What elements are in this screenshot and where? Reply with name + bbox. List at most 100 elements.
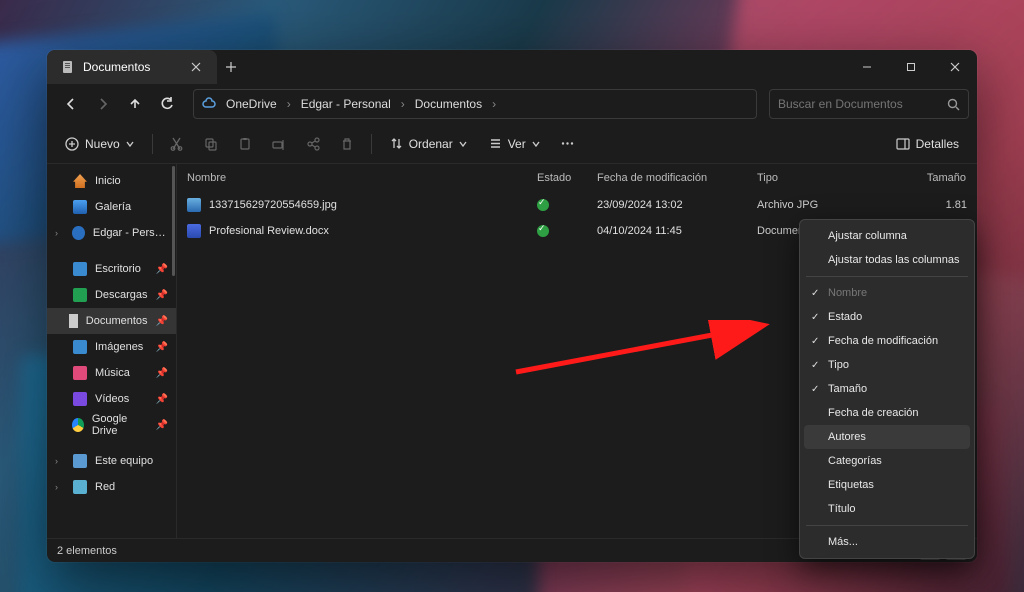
column-headers: Nombre Estado Fecha de modificación Tipo… — [177, 164, 977, 192]
new-button[interactable]: Nuevo — [57, 129, 142, 159]
status-count: 2 elementos — [57, 545, 117, 557]
cut-button[interactable] — [163, 129, 191, 159]
pin-icon: 📌 — [156, 290, 168, 301]
pin-icon: 📌 — [156, 316, 168, 327]
expand-icon[interactable]: › — [55, 482, 65, 492]
delete-button[interactable] — [333, 129, 361, 159]
status-synced-icon — [537, 199, 549, 211]
menu-col-name: Nombre — [804, 281, 970, 305]
breadcrumb[interactable]: OneDrive › Edgar - Personal › Documentos… — [193, 89, 757, 119]
forward-button[interactable] — [89, 90, 117, 118]
sidebar-item-images[interactable]: Imágenes📌 — [47, 334, 176, 360]
sidebar-item-downloads[interactable]: Descargas📌 — [47, 282, 176, 308]
videos-icon — [73, 392, 87, 406]
sidebar-item-network[interactable]: ›Red — [47, 474, 176, 500]
close-window-button[interactable] — [933, 50, 977, 84]
sidebar-item-desktop[interactable]: Escritorio📌 — [47, 256, 176, 282]
sidebar-item-this-pc[interactable]: ›Este equipo — [47, 448, 176, 474]
details-pane-button[interactable]: Detalles — [888, 129, 967, 159]
sidebar-item-documents[interactable]: Documentos📌 — [47, 308, 176, 334]
column-header-state[interactable]: Estado — [527, 164, 587, 192]
minimize-button[interactable] — [845, 50, 889, 84]
search-box[interactable] — [769, 89, 969, 119]
expand-icon[interactable]: › — [55, 228, 64, 238]
menu-more[interactable]: Más... — [804, 530, 970, 554]
menu-col-date-modified[interactable]: Fecha de modificación — [804, 329, 970, 353]
music-icon — [73, 366, 87, 380]
paste-button[interactable] — [231, 129, 259, 159]
sidebar-item-home[interactable]: Inicio — [47, 168, 176, 194]
sidebar-item-videos[interactable]: Vídeos📌 — [47, 386, 176, 412]
sort-icon — [390, 137, 403, 150]
pin-icon: 📌 — [156, 420, 168, 431]
view-icon — [489, 137, 502, 150]
cloud-icon — [202, 97, 216, 111]
tab-close-button[interactable] — [189, 60, 203, 74]
copy-button[interactable] — [197, 129, 225, 159]
maximize-button[interactable] — [889, 50, 933, 84]
file-row[interactable]: 13371562972055­4659.jpg 23/09/2024 13:02… — [177, 192, 977, 218]
sidebar-item-music[interactable]: Música📌 — [47, 360, 176, 386]
breadcrumb-documentos[interactable]: Documentos — [411, 95, 486, 113]
pc-icon — [73, 454, 87, 468]
sidebar-item-gallery[interactable]: Galería — [47, 194, 176, 220]
menu-col-title[interactable]: Título — [804, 497, 970, 521]
share-button[interactable] — [299, 129, 327, 159]
menu-col-type[interactable]: Tipo — [804, 353, 970, 377]
back-button[interactable] — [57, 90, 85, 118]
docx-file-icon — [187, 224, 201, 238]
chevron-right-icon: › — [401, 97, 405, 111]
chevron-down-icon — [532, 140, 540, 148]
menu-col-categories[interactable]: Categorías — [804, 449, 970, 473]
pin-icon: 📌 — [156, 342, 168, 353]
breadcrumb-onedrive[interactable]: OneDrive — [222, 95, 281, 113]
desktop-icon — [73, 262, 87, 276]
document-icon — [61, 60, 75, 74]
column-header-name[interactable]: Nombre — [177, 164, 527, 192]
search-input[interactable] — [778, 97, 939, 111]
images-icon — [73, 340, 87, 354]
view-button[interactable]: Ver — [481, 129, 548, 159]
menu-adjust-column[interactable]: Ajustar columna — [804, 224, 970, 248]
menu-col-tags[interactable]: Etiquetas — [804, 473, 970, 497]
menu-col-state[interactable]: Estado — [804, 305, 970, 329]
titlebar[interactable]: Documentos — [47, 50, 977, 84]
rename-button[interactable] — [265, 129, 293, 159]
sidebar-item-google-drive[interactable]: Google Drive📌 — [47, 412, 176, 438]
chevron-down-icon — [126, 140, 134, 148]
column-header-date[interactable]: Fecha de modificación — [587, 164, 747, 192]
chevron-right-icon: › — [287, 97, 291, 111]
sidebar: Inicio Galería ›Edgar - Personal Escrito… — [47, 164, 177, 538]
sidebar-scrollbar[interactable] — [170, 164, 176, 358]
menu-adjust-all-columns[interactable]: Ajustar todas las columnas — [804, 248, 970, 272]
documents-icon — [69, 314, 78, 328]
sort-button[interactable]: Ordenar — [382, 129, 475, 159]
pin-icon: 📌 — [156, 368, 168, 379]
menu-col-authors[interactable]: Autores — [804, 425, 970, 449]
navigation-bar: OneDrive › Edgar - Personal › Documentos… — [47, 84, 977, 124]
search-icon — [947, 98, 960, 111]
menu-col-date-created[interactable]: Fecha de creación — [804, 401, 970, 425]
new-tab-button[interactable] — [217, 50, 245, 84]
gallery-icon — [73, 200, 87, 214]
column-header-size[interactable]: Tamaño — [907, 164, 977, 192]
status-synced-icon — [537, 225, 549, 237]
pin-icon: 📌 — [156, 394, 168, 405]
tab-documentos[interactable]: Documentos — [47, 50, 217, 84]
up-button[interactable] — [121, 90, 149, 118]
menu-col-size[interactable]: Tamaño — [804, 377, 970, 401]
new-icon — [65, 137, 79, 151]
pin-icon: 📌 — [156, 264, 168, 275]
file-explorer-window: Documentos OneDrive › Edgar - Personal ›… — [47, 50, 977, 562]
google-drive-icon — [72, 418, 84, 432]
toolbar: Nuevo Ordenar Ver Detalles — [47, 124, 977, 164]
cloud-icon — [72, 226, 85, 240]
breadcrumb-personal[interactable]: Edgar - Personal — [297, 95, 395, 113]
home-icon — [73, 174, 87, 188]
expand-icon[interactable]: › — [55, 456, 65, 466]
refresh-button[interactable] — [153, 90, 181, 118]
column-header-type[interactable]: Tipo — [747, 164, 907, 192]
tab-label: Documentos — [83, 60, 150, 74]
more-button[interactable] — [554, 129, 582, 159]
sidebar-item-onedrive-personal[interactable]: ›Edgar - Personal — [47, 220, 176, 246]
